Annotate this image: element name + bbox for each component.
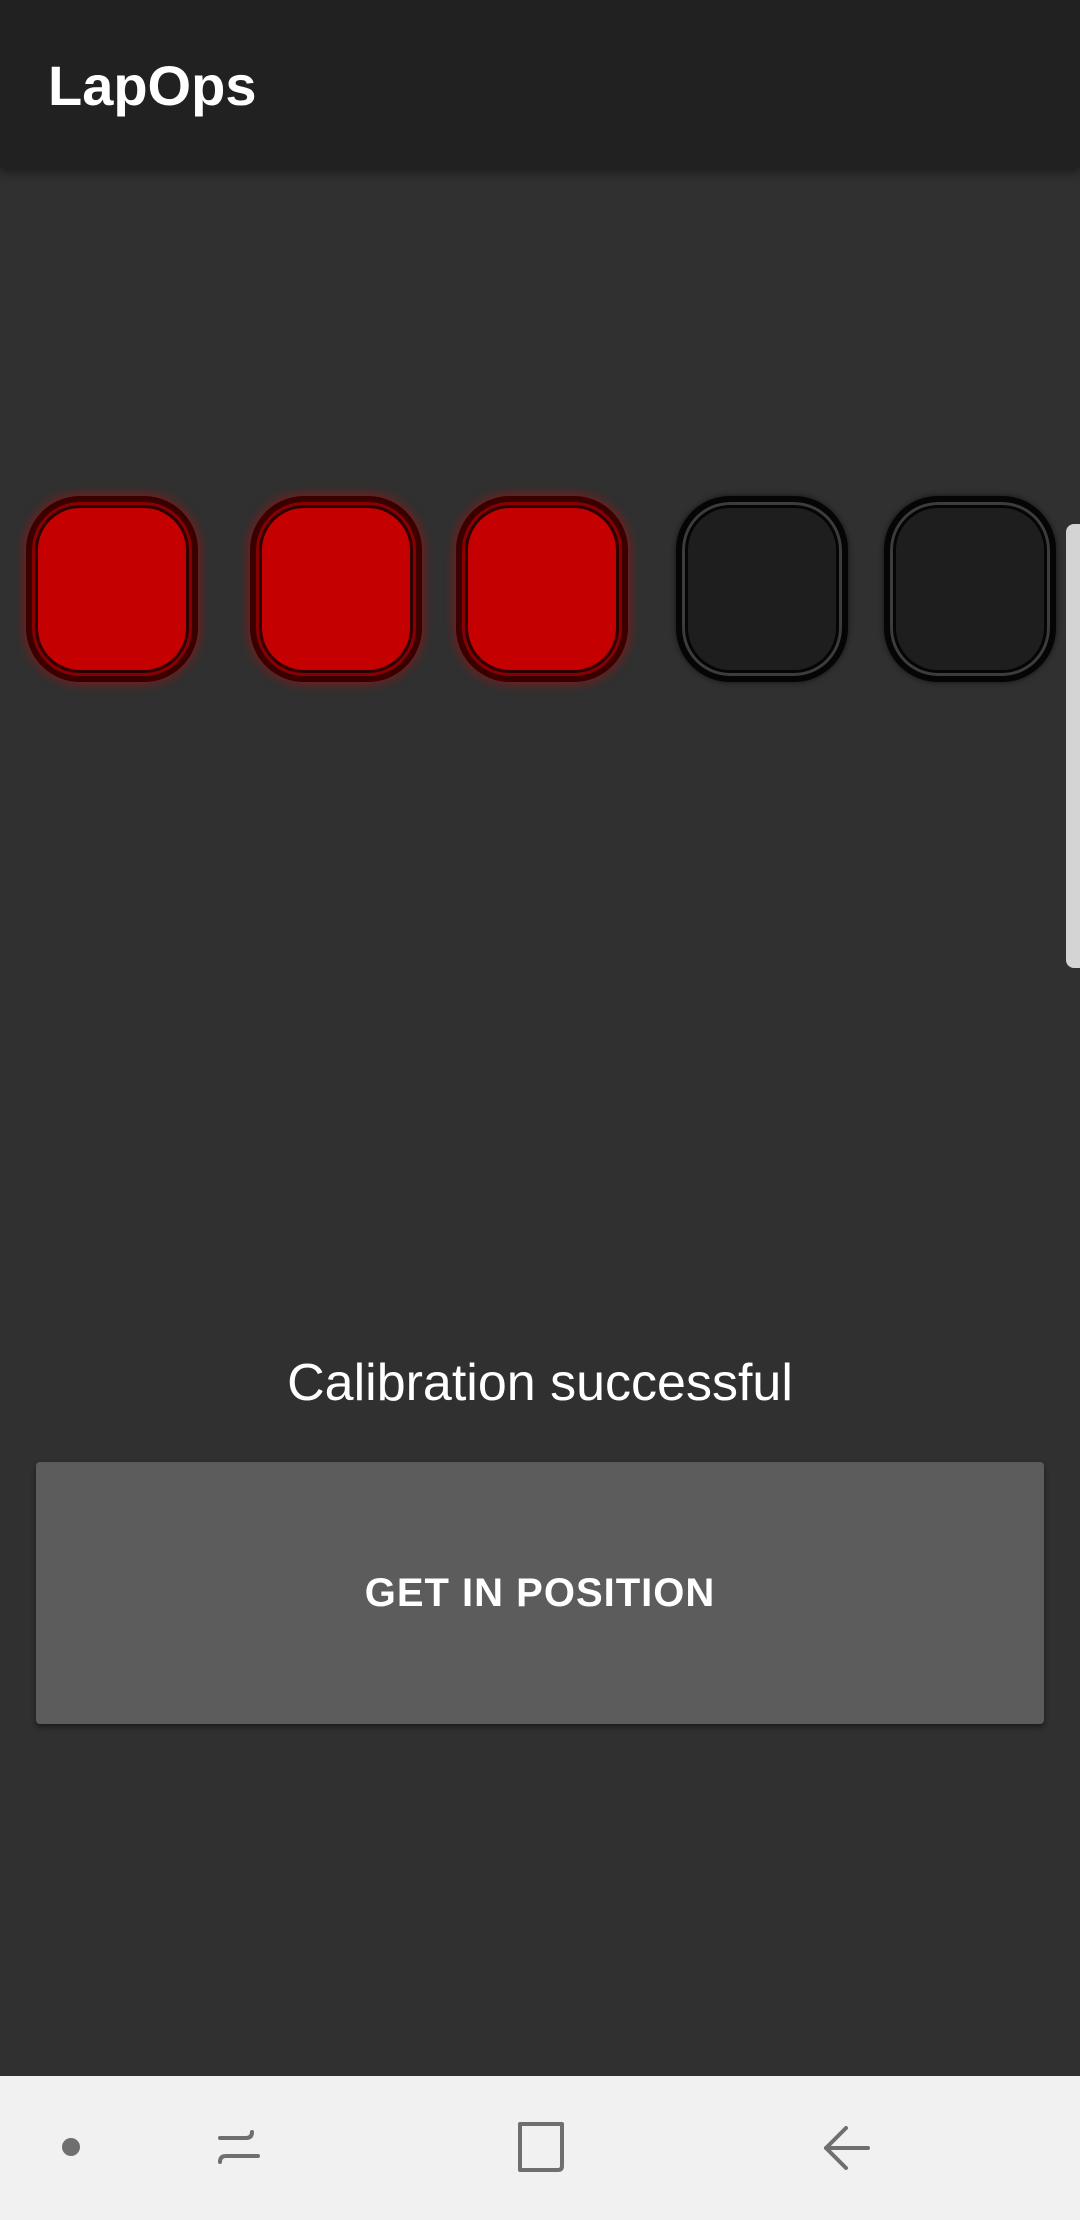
system-navigation-bar [0,2076,1080,2220]
back-icon[interactable] [818,2120,874,2176]
start-light-1 [26,496,198,682]
app-title: LapOps [48,54,257,117]
recent-apps-icon[interactable] [212,2120,268,2176]
start-light-4 [676,496,848,682]
app-screen: LapOps Calibration successful GET IN POS… [0,0,1080,2220]
dot-icon[interactable] [62,2138,80,2156]
start-light-5 [884,496,1056,682]
start-light-2 [250,496,422,682]
home-icon[interactable] [514,2120,570,2176]
get-in-position-button[interactable]: GET IN POSITION [36,1462,1044,1724]
start-lights-row [0,490,1080,690]
start-light-3 [456,496,628,682]
scrollbar-thumb[interactable] [1066,524,1080,968]
calibration-status-text: Calibration successful [287,1354,793,1412]
app-bar: LapOps [0,0,1080,168]
